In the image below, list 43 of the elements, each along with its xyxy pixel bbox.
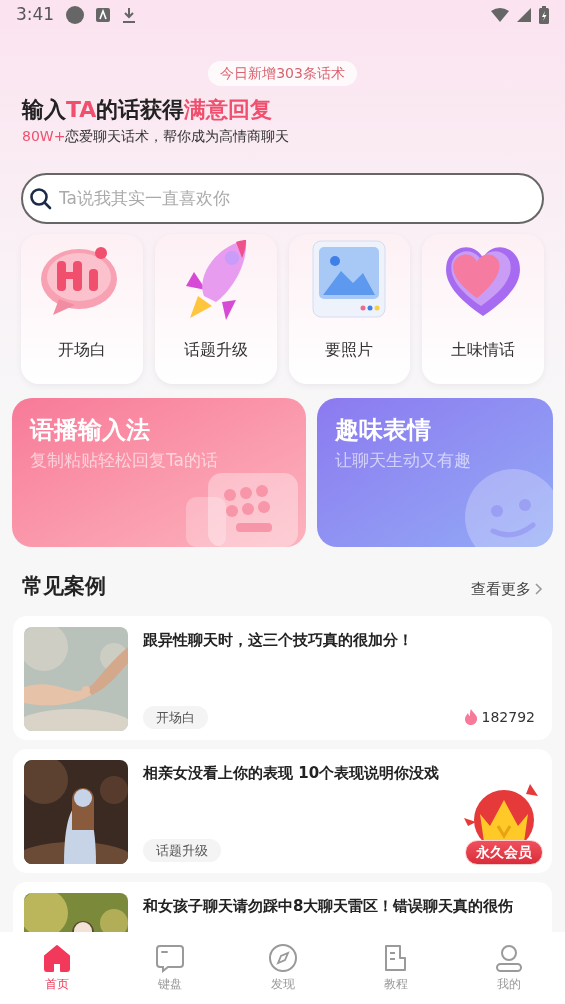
flame-icon [463, 709, 478, 726]
category-card[interactable]: 开场白 [21, 233, 143, 384]
case-card[interactable]: 和女孩子聊天请勿踩中8大聊天雷区！错误聊天真的很伤 [13, 882, 552, 932]
signal-icon [517, 8, 531, 22]
app-notification-icon [96, 8, 111, 22]
vip-badge[interactable]: 永久会员 [456, 782, 552, 874]
category-label: 土味情话 [451, 338, 516, 361]
case-tag: 话题升级 [143, 838, 221, 862]
search-icon [29, 186, 53, 211]
status-time: 3:41 [16, 3, 55, 27]
case-title: 相亲女没看上你的表现 10个表现说明你没戏 [143, 763, 441, 784]
feature-title: 语播输入法 [30, 414, 151, 446]
chevron-right-icon [535, 582, 543, 595]
case-title: 和女孩子聊天请勿踩中8大聊天雷区！错误聊天真的很伤 [143, 896, 515, 917]
category-card[interactable]: 土味情话 [422, 233, 544, 384]
download-icon [122, 7, 137, 23]
category-label: 要照片 [325, 338, 374, 361]
case-card[interactable]: 跟异性聊天时，这三个技巧真的很加分！ 开场白 182792 [13, 616, 552, 740]
chat-bubble-icon [154, 943, 185, 973]
headline: 输入TA的话获得满意回复 [22, 96, 274, 124]
feature-subtitle: 复制粘贴轻松回复Ta的话 [30, 448, 219, 472]
battery-icon [539, 6, 549, 24]
view-count: 182792 [481, 707, 535, 727]
daily-update-badge: 今日新增303条话术 [208, 61, 357, 86]
category-card[interactable]: 要照片 [288, 233, 411, 384]
user-icon [493, 943, 524, 973]
wifi-icon [491, 8, 509, 22]
compass-icon [267, 943, 298, 973]
section-title: 常见案例 [22, 572, 106, 600]
subtitle: 80W+恋爱聊天话术，帮你成为高情商聊天 [22, 126, 291, 146]
view-more-link[interactable]: 查看更多 [471, 577, 543, 602]
home-icon [41, 943, 72, 973]
vip-label: 永久会员 [465, 840, 543, 865]
category-card[interactable]: 话题升级 [154, 233, 277, 384]
search-field[interactable]: Ta说我其实一直喜欢你 [21, 172, 544, 224]
feature-subtitle: 让聊天生动又有趣 [335, 448, 472, 472]
feature-title: 趣味表情 [335, 414, 432, 446]
category-label: 话题升级 [183, 338, 248, 361]
notification-dot-icon [66, 6, 85, 24]
case-tag: 开场白 [143, 705, 208, 729]
case-title: 跟异性聊天时，这三个技巧真的很加分！ [143, 630, 414, 651]
category-label: 开场白 [57, 338, 106, 361]
tab-bar-item[interactable]: 首页 [21, 943, 92, 993]
